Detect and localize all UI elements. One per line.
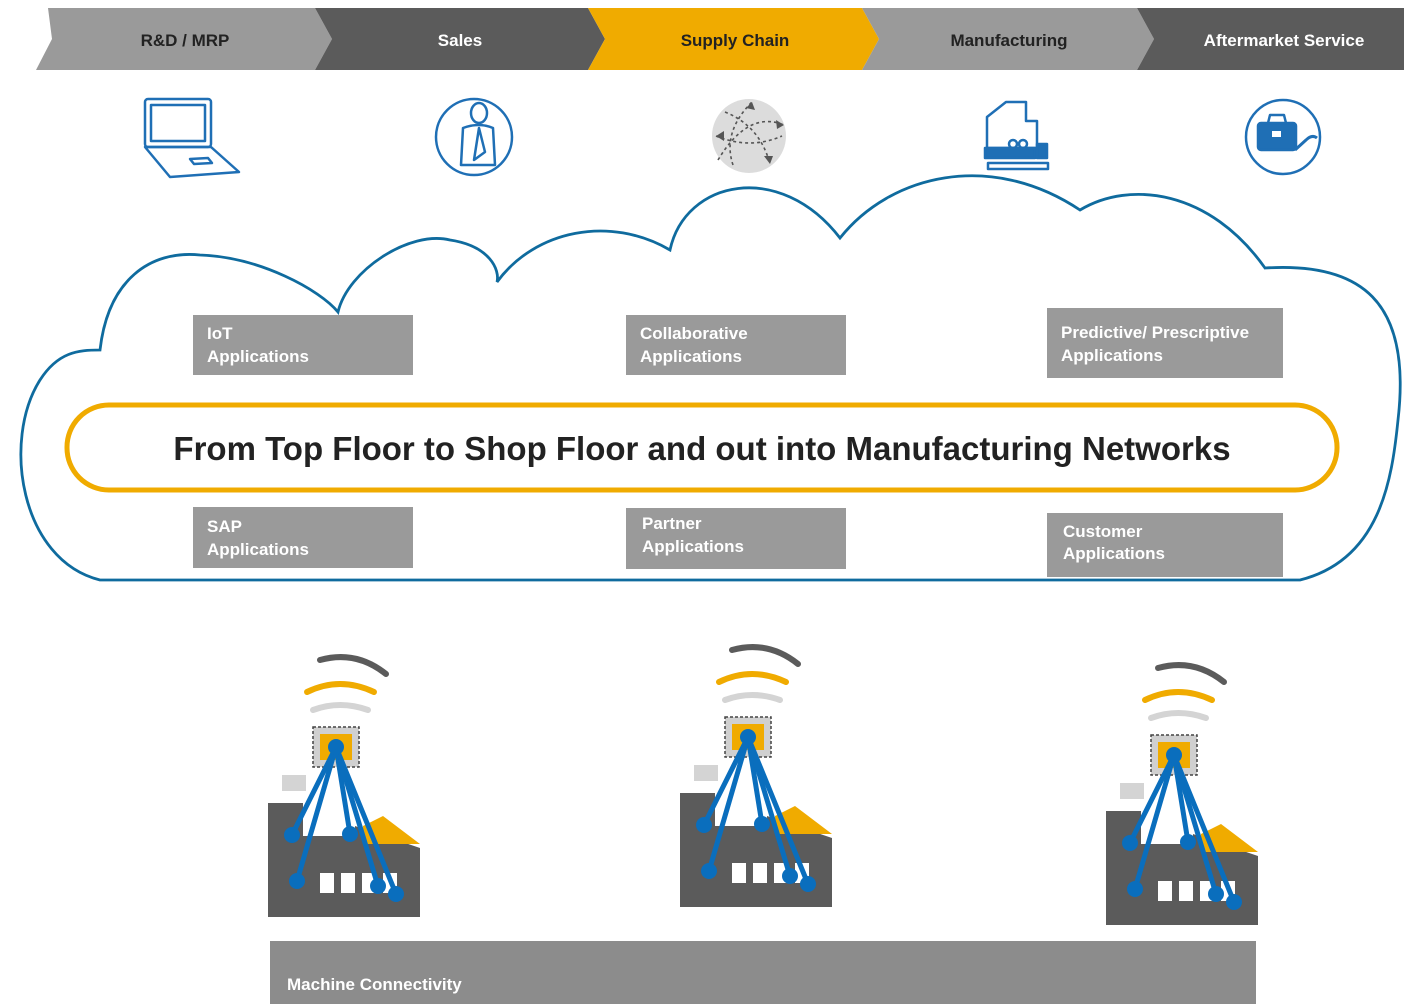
app-box-partner-line2: Applications <box>642 537 744 556</box>
value-chain: R&D / MRP Sales Supply Chain Manufacturi… <box>36 8 1404 70</box>
app-box-customer-line2: Applications <box>1063 544 1165 563</box>
app-box-collaborative-line1: Collaborative <box>640 324 748 343</box>
stage-label-supply-chain: Supply Chain <box>681 31 790 50</box>
stage-label-manufacturing: Manufacturing <box>950 31 1067 50</box>
app-box-iot-line2: Applications <box>207 347 309 366</box>
app-box-collaborative-line2: Applications <box>640 347 742 366</box>
connected-factory-icon <box>1106 665 1258 925</box>
laptop-icon <box>143 97 241 179</box>
app-box-predictive-line2: Applications <box>1061 346 1163 365</box>
machine-connectivity-label: Machine Connectivity <box>287 975 462 994</box>
factory-machine-icon <box>983 100 1050 171</box>
stage-label-rd-mrp: R&D / MRP <box>141 31 230 50</box>
app-box-predictive-line1: Predictive/ Prescriptive <box>1061 323 1249 342</box>
machine-connectivity-bar <box>270 941 1256 1004</box>
app-box-iot-line1: IoT <box>207 324 233 343</box>
toolbox-icon <box>1244 98 1322 176</box>
stage-label-aftermarket-service: Aftermarket Service <box>1204 31 1365 50</box>
headline-text: From Top Floor to Shop Floor and out int… <box>173 430 1230 467</box>
stage-label-sales: Sales <box>438 31 482 50</box>
connected-factory-icon <box>680 647 832 907</box>
connected-factory-icon <box>268 657 420 917</box>
app-box-predictive <box>1047 308 1283 378</box>
businessman-icon <box>434 97 514 177</box>
app-box-sap-line1: SAP <box>207 517 242 536</box>
diagram-canvas: R&D / MRP Sales Supply Chain Manufacturi… <box>19 8 1404 1004</box>
app-box-sap-line2: Applications <box>207 540 309 559</box>
app-box-customer-line1: Customer <box>1063 522 1143 541</box>
globe-network-icon <box>712 99 786 173</box>
app-box-partner-line1: Partner <box>642 514 702 533</box>
